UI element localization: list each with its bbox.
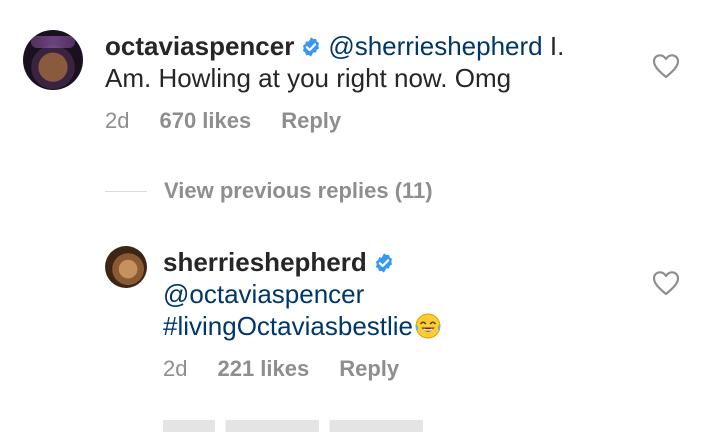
comment-1-line-1: octaviaspencer @sherrieshepherd I.: [105, 31, 564, 64]
comment-1-time[interactable]: 2d: [105, 108, 129, 133]
comment-2-line-3: #livingOctaviasbestlie: [163, 311, 442, 341]
comment-2-hashtag[interactable]: #livingOctaviasbestlie: [163, 311, 413, 341]
face-with-tears-of-joy-icon: [414, 312, 442, 340]
comment-2-meta: 2d 221 likes Reply: [163, 356, 399, 382]
comment-1-username[interactable]: octaviaspencer: [105, 31, 294, 61]
view-previous-replies-button[interactable]: View previous replies (11): [105, 177, 433, 205]
comment-1-text-start: I.: [542, 31, 565, 61]
next-comment-partial: [163, 420, 423, 432]
comment-2-username[interactable]: sherrieshepherd: [163, 247, 367, 277]
comment-1-mention[interactable]: @sherrieshepherd: [328, 31, 542, 61]
avatar-sherrieshepherd[interactable]: [105, 246, 147, 288]
verified-badge-icon: [300, 34, 322, 64]
divider: [105, 190, 147, 192]
comment-1-meta: 2d 670 likes Reply: [105, 108, 341, 134]
comment-2-line-2: @octaviaspencer: [163, 279, 364, 309]
comment-2-reply-button[interactable]: Reply: [339, 356, 399, 381]
comment-1-reply-button[interactable]: Reply: [281, 108, 341, 133]
view-previous-replies-label: View previous replies (11): [164, 178, 433, 203]
avatar-octaviaspencer[interactable]: [23, 30, 83, 90]
verified-badge-icon: [373, 250, 395, 280]
comment-2-line-1: sherrieshepherd: [163, 247, 401, 280]
comment-1-line-2: Am. Howling at you right now. Omg: [105, 63, 512, 93]
comment-1-likes[interactable]: 670 likes: [159, 108, 251, 133]
heart-outline-icon[interactable]: [652, 270, 680, 296]
comment-2-mention[interactable]: @octaviaspencer: [163, 279, 364, 309]
heart-outline-icon[interactable]: [652, 53, 680, 79]
comment-2-likes[interactable]: 221 likes: [217, 356, 309, 381]
comment-2-time[interactable]: 2d: [163, 356, 187, 381]
